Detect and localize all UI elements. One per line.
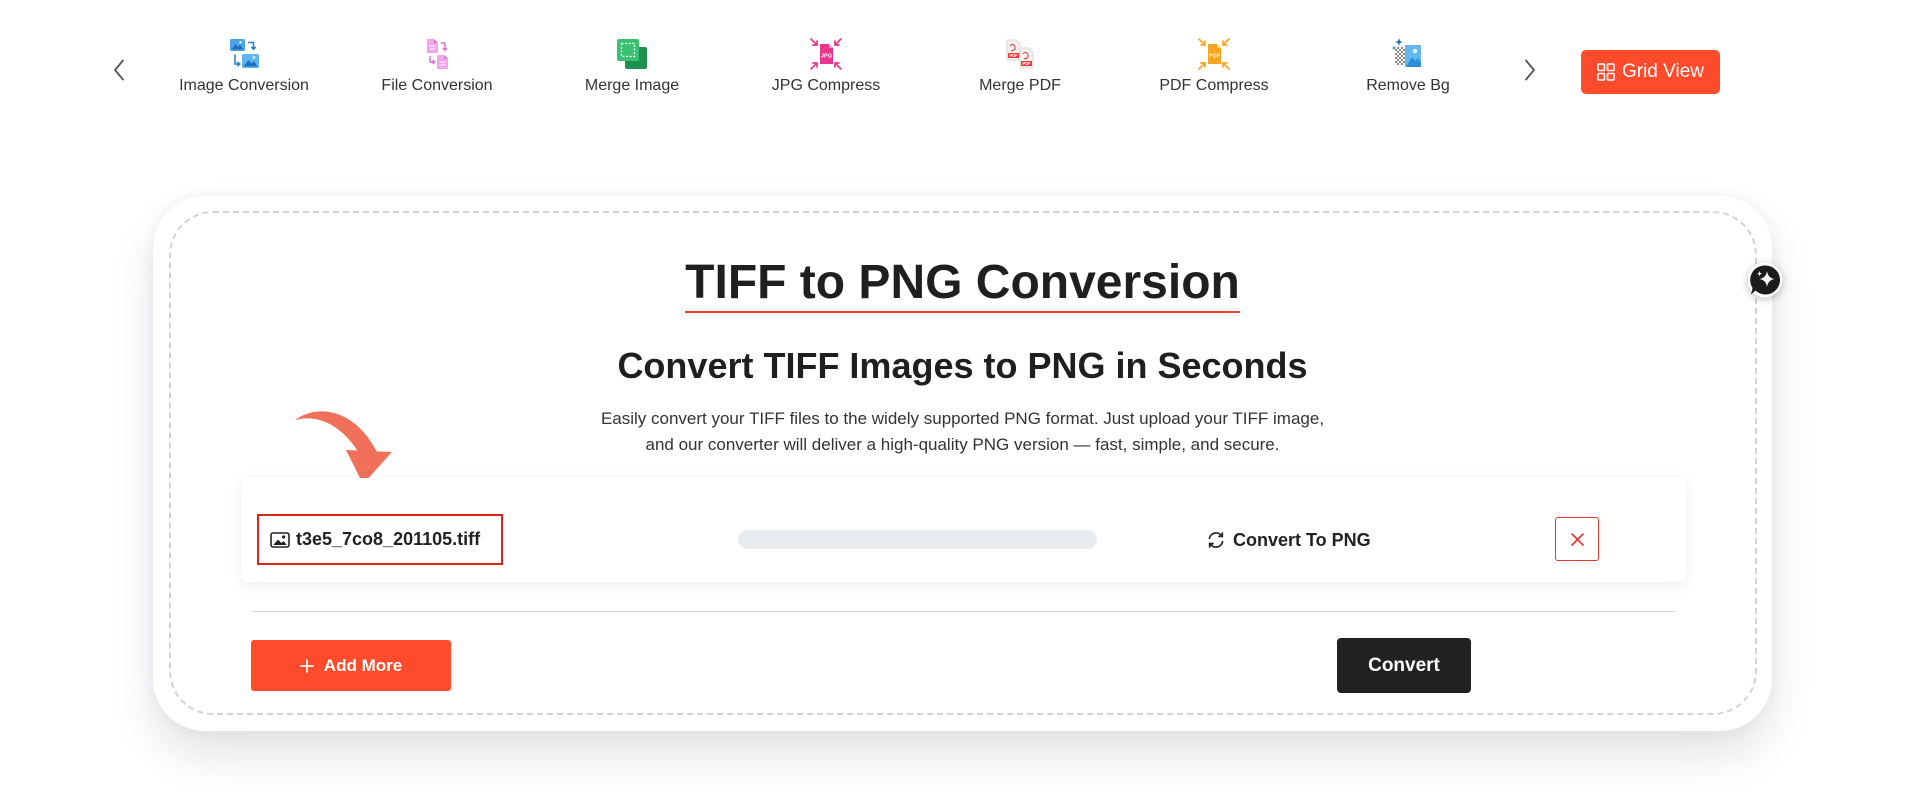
- remove-file-button[interactable]: [1555, 517, 1599, 561]
- convert-button[interactable]: Convert: [1337, 638, 1471, 693]
- converter-card: TIFF to PNG Conversion Convert TIFF Imag…: [153, 196, 1783, 731]
- file-name-highlight: t3e5_7co8_201105.tiff: [257, 514, 503, 565]
- tool-jpg-compress[interactable]: JPG JPG Compress: [741, 37, 911, 95]
- pdf-badge: PDF: [1009, 53, 1018, 58]
- tools-nav: Image Conversion File Conversion Merge I…: [0, 0, 1920, 120]
- image-conversion-icon: [230, 39, 259, 68]
- add-more-label: Add More: [323, 655, 403, 675]
- tool-pdf-compress[interactable]: PDF PDF Compress: [1129, 37, 1299, 95]
- tool-label: PDF Compress: [1159, 77, 1269, 94]
- tool-label: Merge PDF: [979, 77, 1061, 94]
- tool-label: Image Conversion: [179, 77, 309, 94]
- jpg-badge: JPG: [821, 54, 832, 60]
- grid-icon: [1597, 63, 1615, 81]
- page-subtitle: Convert TIFF Images to PNG in Seconds: [617, 345, 1308, 386]
- divider: [251, 611, 1676, 612]
- title-wrap: TIFF to PNG Conversion: [153, 255, 1772, 313]
- pointer-arrow: [295, 411, 392, 484]
- progress-bar: [738, 530, 1097, 549]
- file-row: t3e5_7co8_201105.tiff Convert To PNG: [241, 478, 1686, 582]
- grid-view-label: Grid View: [1621, 61, 1704, 82]
- pdf-badge: PDF: [1022, 61, 1031, 66]
- convert-to-png-label: Convert To PNG: [1233, 529, 1371, 550]
- plus-icon: [299, 658, 314, 673]
- refresh-icon: [1208, 532, 1224, 548]
- chevron-left-icon[interactable]: [108, 58, 132, 82]
- tool-merge-pdf[interactable]: PDF PDF Merge PDF: [935, 37, 1105, 95]
- tool-label: JPG Compress: [771, 77, 881, 94]
- remove-bg-icon: [1392, 38, 1421, 67]
- tool-remove-bg[interactable]: Remove Bg: [1323, 37, 1493, 95]
- image-file-icon: [270, 531, 290, 548]
- tool-label: File Conversion: [381, 77, 493, 94]
- close-icon: [1570, 532, 1584, 546]
- pdf-badge: PDF: [1209, 54, 1221, 60]
- merge-image-icon: [617, 39, 647, 69]
- tool-image-conversion[interactable]: Image Conversion: [159, 37, 329, 95]
- pdf-compress-icon: PDF: [1198, 38, 1230, 70]
- file-name: t3e5_7co8_201105.tiff: [296, 529, 481, 549]
- tool-label: Merge Image: [584, 77, 680, 94]
- add-more-button[interactable]: Add More: [251, 640, 451, 691]
- chevron-right-icon[interactable]: [1517, 58, 1541, 82]
- tool-merge-image[interactable]: Merge Image: [547, 37, 717, 95]
- convert-to-png-action[interactable]: Convert To PNG: [1206, 525, 1371, 555]
- merge-pdf-icon: PDF PDF: [1006, 39, 1034, 69]
- file-conversion-icon: [427, 39, 448, 69]
- tool-label: Remove Bg: [1366, 77, 1450, 94]
- ai-chat-sparkle-icon[interactable]: [1746, 261, 1784, 299]
- grid-view-button[interactable]: Grid View: [1581, 50, 1720, 94]
- tool-file-conversion[interactable]: File Conversion: [352, 37, 522, 95]
- jpg-compress-icon: JPG: [810, 38, 842, 70]
- page-title: TIFF to PNG Conversion: [685, 255, 1240, 313]
